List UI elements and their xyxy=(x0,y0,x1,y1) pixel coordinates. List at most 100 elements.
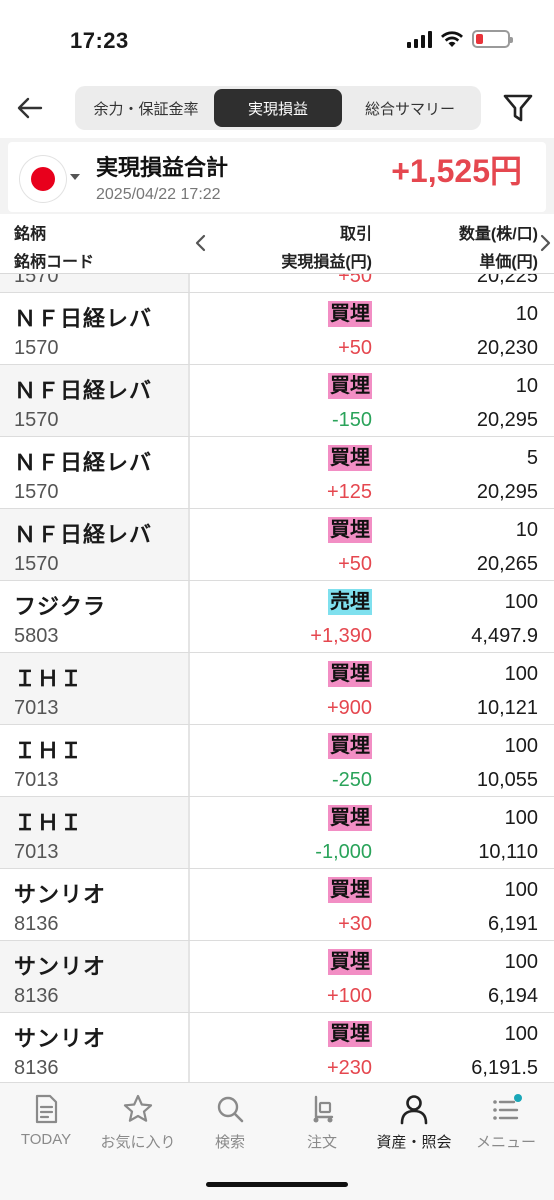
tab-label: TODAY xyxy=(20,1131,72,1148)
notification-dot-icon xyxy=(514,1094,522,1102)
tab-menu[interactable]: メニュー xyxy=(460,1093,552,1153)
trade-type-badge: 買埋 xyxy=(328,661,372,687)
row-detail-cell: 買埋 +900 100 10,121 xyxy=(192,653,554,724)
row-detail-cell: 買埋 +50 10 20,230 xyxy=(192,293,554,364)
symbol-name: ＮＦ日経レバ xyxy=(14,522,153,547)
tab-today[interactable]: TODAY xyxy=(0,1093,92,1153)
quantity: 10 xyxy=(515,303,538,325)
tab-total-summary[interactable]: 総合サマリー xyxy=(342,89,478,127)
pnl-list[interactable]: ＮＦ日経レバ1570買埋+501020,225ＮＦ日経レバ1570買埋+5010… xyxy=(0,274,554,1082)
tab-assets[interactable]: 資産・照会 xyxy=(368,1093,460,1153)
quantity: 100 xyxy=(504,1023,538,1045)
row-detail-cell: 買埋 +125 5 20,295 xyxy=(192,437,554,508)
realized-pnl: +30 xyxy=(338,913,372,935)
row-detail-cell: 買埋 -1,000 100 10,110 xyxy=(192,797,554,868)
chevron-left-icon[interactable] xyxy=(194,234,208,252)
table-row[interactable]: ＩＨＩ 7013 買埋 +900 100 10,121 xyxy=(0,653,554,725)
tab-margin-rate[interactable]: 余力・保証金率 xyxy=(78,89,214,127)
tab-realized-pnl[interactable]: 実現損益 xyxy=(214,89,342,127)
symbol-code: 8136 xyxy=(14,985,59,1007)
row-symbol-cell: ＮＦ日経レバ1570 xyxy=(0,274,190,292)
realized-pnl: -1,000 xyxy=(315,841,372,863)
summary-total: +1,525円 xyxy=(391,153,522,189)
realized-pnl: -150 xyxy=(331,409,372,431)
row-detail-cell: 買埋 -250 100 10,055 xyxy=(192,725,554,796)
header-quantity: 数量(株/口) xyxy=(458,226,538,243)
trade-type-badge: 買埋 xyxy=(328,805,372,831)
table-row[interactable]: ＮＦ日経レバ 1570 買埋 -150 10 20,295 xyxy=(0,365,554,437)
battery-low-icon xyxy=(472,30,513,48)
table-row[interactable]: ＮＦ日経レバ 1570 買埋 +50 10 20,265 xyxy=(0,509,554,581)
trade-type-badge: 買埋 xyxy=(328,517,372,543)
unit-price: 10,121 xyxy=(476,697,538,719)
table-row[interactable]: ＮＦ日経レバ 1570 買埋 +125 5 20,295 xyxy=(0,437,554,509)
realized-pnl: +50 xyxy=(338,274,372,287)
tab-order[interactable]: 注文 xyxy=(276,1093,368,1153)
market-selector[interactable] xyxy=(20,156,66,202)
status-icons xyxy=(407,30,513,48)
filter-icon[interactable] xyxy=(502,92,534,124)
symbol-code: 1570 xyxy=(14,337,59,359)
table-row[interactable]: ＮＦ日経レバ 1570 買埋 +50 10 20,230 xyxy=(0,293,554,365)
symbol-code: 1570 xyxy=(14,481,59,503)
symbol-code: 5803 xyxy=(14,625,59,647)
table-header: 銘柄 銘柄コード 取引 実現損益(円) 数量(株/口) 単価(円) xyxy=(0,214,554,274)
symbol-name: ＩＨＩ xyxy=(14,738,84,763)
cart-icon xyxy=(313,1095,334,1123)
back-arrow-icon xyxy=(17,97,43,119)
symbol-code: 8136 xyxy=(14,913,59,935)
row-detail-cell: 買埋 +230 100 6,191.5 xyxy=(192,1013,554,1082)
row-detail-cell: 買埋+501020,225 xyxy=(192,274,554,292)
symbol-name: サンリオ xyxy=(14,882,107,907)
realized-pnl: -250 xyxy=(331,769,372,791)
row-detail-cell: 買埋 -150 10 20,295 xyxy=(192,365,554,436)
realized-pnl: +50 xyxy=(338,337,372,359)
pnl-list-content: ＮＦ日経レバ1570買埋+501020,225ＮＦ日経レバ1570買埋+5010… xyxy=(0,274,554,1082)
symbol-code: 1570 xyxy=(14,409,59,431)
unit-price: 20,230 xyxy=(476,337,538,359)
table-row[interactable]: ＩＨＩ 7013 買埋 -250 100 10,055 xyxy=(0,725,554,797)
summary-title: 実現損益合計 xyxy=(96,155,229,180)
table-row[interactable]: ＮＦ日経レバ1570買埋+501020,225 xyxy=(0,274,554,293)
row-symbol-cell: ＮＦ日経レバ1570 xyxy=(0,365,190,436)
header-unit-price: 単価(円) xyxy=(479,254,538,271)
segment-control: 余力・保証金率 実現損益 総合サマリー xyxy=(75,86,481,130)
row-symbol-cell: ＩＨＩ 7013 xyxy=(0,797,190,868)
tab-label: 資産・照会 xyxy=(376,1134,452,1151)
table-row[interactable]: サンリオ 8136 買埋 +30 100 6,191 xyxy=(0,869,554,941)
star-icon xyxy=(123,1094,153,1122)
symbol-name: サンリオ xyxy=(14,954,107,979)
table-row[interactable]: フジクラ 5803 売埋 +1,390 100 4,497.9 xyxy=(0,581,554,653)
symbol-name: フジクラ xyxy=(14,594,107,619)
table-row[interactable]: サンリオ 8136 買埋 +100 100 6,194 xyxy=(0,941,554,1013)
tab-favorites[interactable]: お気に入り xyxy=(92,1093,184,1153)
realized-pnl: +230 xyxy=(326,1057,372,1079)
row-symbol-cell: ＩＨＩ 7013 xyxy=(0,653,190,724)
back-button[interactable] xyxy=(12,90,48,126)
unit-price: 10,110 xyxy=(478,841,538,863)
table-row[interactable]: ＩＨＩ 7013 買埋 -1,000 100 10,110 xyxy=(0,797,554,869)
caret-down-icon[interactable] xyxy=(70,174,80,180)
quantity: 10 xyxy=(515,375,538,397)
trade-type-badge: 売埋 xyxy=(328,589,372,615)
symbol-code: 1570 xyxy=(14,553,59,575)
quantity: 100 xyxy=(504,951,538,973)
tab-label: 注文 xyxy=(306,1134,337,1151)
realized-pnl: +900 xyxy=(326,697,372,719)
quantity: 100 xyxy=(504,591,538,613)
tab-label: メニュー xyxy=(475,1134,536,1151)
symbol-name: ＩＨＩ xyxy=(14,810,84,835)
chevron-right-icon[interactable] xyxy=(538,234,552,252)
row-symbol-cell: ＮＦ日経レバ1570 xyxy=(0,293,190,364)
trade-type-badge: 買埋 xyxy=(328,1021,372,1047)
unit-price: 10,055 xyxy=(476,769,538,791)
tab-search[interactable]: 検索 xyxy=(184,1093,276,1153)
row-detail-cell: 買埋 +30 100 6,191 xyxy=(192,869,554,940)
header-symbol: 銘柄 xyxy=(14,226,47,243)
tab-label: 検索 xyxy=(214,1134,245,1151)
table-row[interactable]: サンリオ 8136 買埋 +230 100 6,191.5 xyxy=(0,1013,554,1082)
row-detail-cell: 売埋 +1,390 100 4,497.9 xyxy=(192,581,554,652)
unit-price: 4,497.9 xyxy=(471,625,538,647)
summary-card: 実現損益合計 2025/04/22 17:22 +1,525円 xyxy=(8,142,546,212)
unit-price: 20,225 xyxy=(476,274,538,287)
